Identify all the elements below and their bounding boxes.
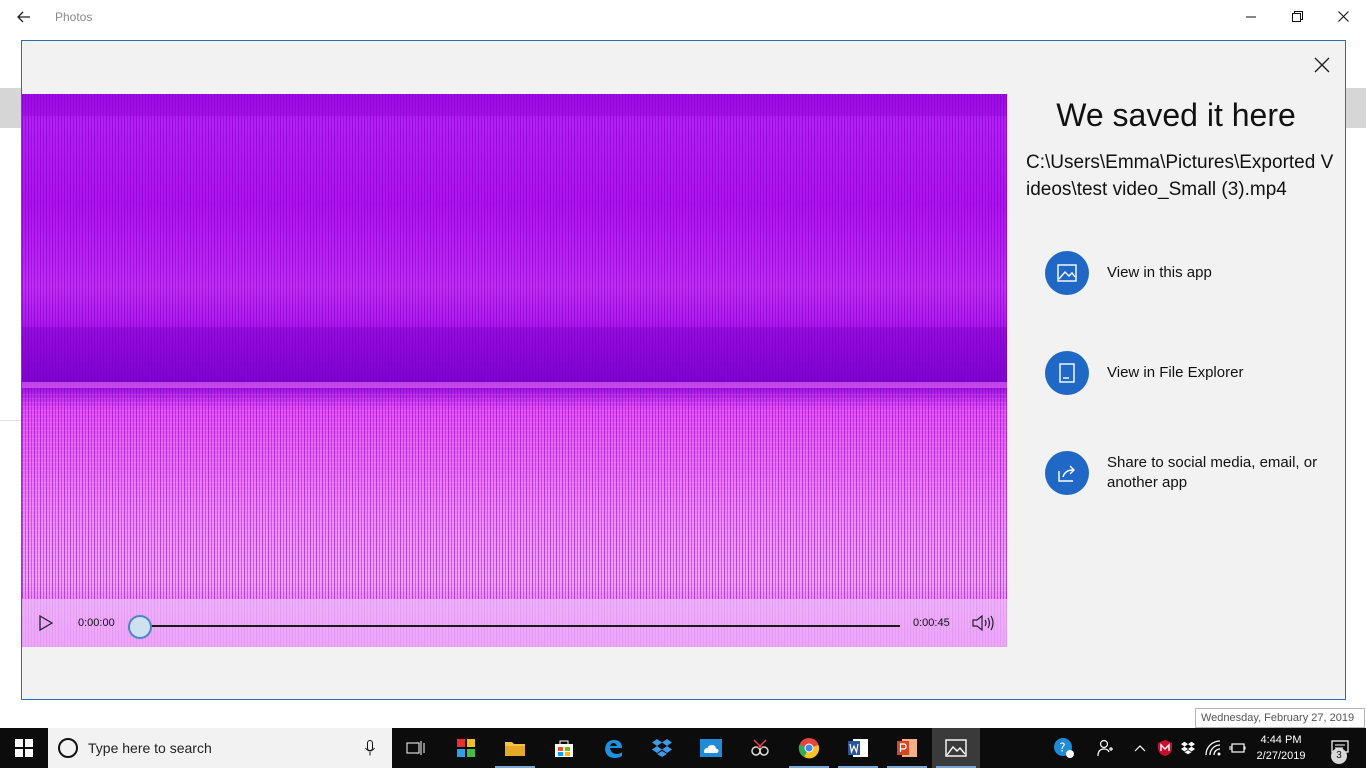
dialog-close-button[interactable] — [1306, 51, 1338, 79]
taskbar-edge[interactable] — [589, 728, 637, 768]
saved-file-path: C:\Users\Emma\Pictures\Exported Videos\t… — [1026, 152, 1334, 200]
microphone-icon[interactable] — [360, 738, 380, 758]
background-divider — [0, 420, 22, 421]
export-saved-dialog: 0:00:00 0:00:45 We saved it here C:\User… — [21, 40, 1346, 700]
word-app-icon — [848, 739, 868, 757]
notification-count-badge: 3 — [1331, 748, 1347, 764]
restore-button[interactable] — [1274, 0, 1320, 33]
taskbar-file-explorer[interactable] — [491, 728, 539, 768]
action-label: View in this app — [1107, 264, 1212, 281]
clock-time: 4:44 PM — [1260, 734, 1302, 746]
mcafee-shield-icon[interactable] — [1154, 728, 1176, 768]
chrome-browser-icon — [798, 738, 820, 759]
taskbar: Type here to search ? 4:44 PM 2/27/2019 … — [0, 728, 1366, 768]
svg-text:?: ? — [1059, 741, 1065, 755]
taskbar-chrome[interactable] — [785, 728, 833, 768]
app-title: Photos — [55, 10, 93, 24]
video-preview[interactable]: 0:00:00 0:00:45 — [22, 94, 1007, 647]
saved-heading: We saved it here — [1056, 97, 1296, 133]
people-icon[interactable] — [1094, 728, 1118, 768]
back-button[interactable] — [8, 4, 40, 30]
folder-icon — [505, 742, 525, 756]
share-icon — [1045, 451, 1089, 495]
player-controls: 0:00:00 0:00:45 — [22, 599, 1007, 647]
system-clock[interactable]: 4:44 PM 2/27/2019 — [1250, 732, 1312, 764]
play-icon — [39, 615, 53, 631]
taskbar-onedrive[interactable] — [687, 728, 735, 768]
background-app-strip — [0, 88, 22, 128]
view-in-file-explorer-button[interactable]: View in File Explorer — [1045, 351, 1335, 395]
taskbar-search-box[interactable]: Type here to search — [48, 728, 392, 768]
volume-button[interactable] — [970, 611, 996, 635]
taskbar-store[interactable] — [540, 728, 588, 768]
minimize-button[interactable] — [1228, 0, 1274, 33]
chevron-up-icon[interactable] — [1130, 728, 1150, 768]
clock-date: 2/27/2019 — [1256, 750, 1306, 762]
action-label: View in File Explorer — [1107, 364, 1244, 381]
wifi-icon[interactable] — [1202, 728, 1224, 768]
store-bag-icon — [555, 740, 573, 757]
close-icon — [1314, 57, 1330, 73]
play-button[interactable] — [34, 611, 58, 635]
taskbar-paint-app[interactable] — [442, 728, 490, 768]
seek-thumb[interactable] — [128, 615, 152, 639]
action-label: Share to social media, email, or another… — [1107, 454, 1318, 491]
onedrive-cloud-icon — [700, 739, 722, 757]
start-button[interactable] — [0, 728, 48, 768]
share-button[interactable]: Share to social media, email, or another… — [1045, 451, 1335, 495]
back-arrow-icon — [17, 11, 30, 23]
taskbar-dropbox[interactable] — [638, 728, 686, 768]
background-app-strip — [1346, 88, 1366, 128]
window-close-button[interactable] — [1320, 0, 1366, 33]
cortana-icon — [58, 738, 78, 758]
search-placeholder: Type here to search — [88, 740, 212, 756]
taskbar-word[interactable] — [834, 728, 882, 768]
help-tray-icon[interactable]: ? — [1050, 728, 1078, 768]
edge-browser-icon — [605, 740, 622, 758]
snipping-tool-icon — [751, 739, 769, 756]
image-icon — [1045, 251, 1089, 295]
task-view-icon — [406, 741, 425, 755]
battery-icon[interactable] — [1226, 728, 1248, 768]
powerpoint-app-icon — [897, 739, 917, 757]
task-view-button[interactable] — [392, 728, 440, 768]
restore-icon — [1291, 11, 1303, 22]
minimize-icon — [1246, 16, 1256, 17]
dropbox-tray-icon[interactable] — [1178, 728, 1198, 768]
taskbar-powerpoint[interactable] — [883, 728, 931, 768]
paint-app-icon — [457, 739, 475, 757]
end-time: 0:00:45 — [913, 617, 950, 629]
date-tooltip: Wednesday, February 27, 2019 — [1195, 708, 1365, 728]
dropbox-icon — [652, 739, 672, 757]
close-icon — [1337, 11, 1349, 22]
seek-bar[interactable] — [140, 625, 900, 627]
volume-icon — [972, 614, 994, 632]
file-explorer-icon — [1045, 351, 1089, 395]
windows-logo-icon — [15, 739, 33, 757]
photos-app-icon — [945, 739, 967, 757]
title-bar: Photos — [0, 0, 1366, 33]
taskbar-snipping-tool[interactable] — [736, 728, 784, 768]
current-time: 0:00:00 — [78, 617, 115, 629]
view-in-app-button[interactable]: View in this app — [1045, 251, 1335, 295]
taskbar-photos[interactable] — [932, 728, 980, 768]
